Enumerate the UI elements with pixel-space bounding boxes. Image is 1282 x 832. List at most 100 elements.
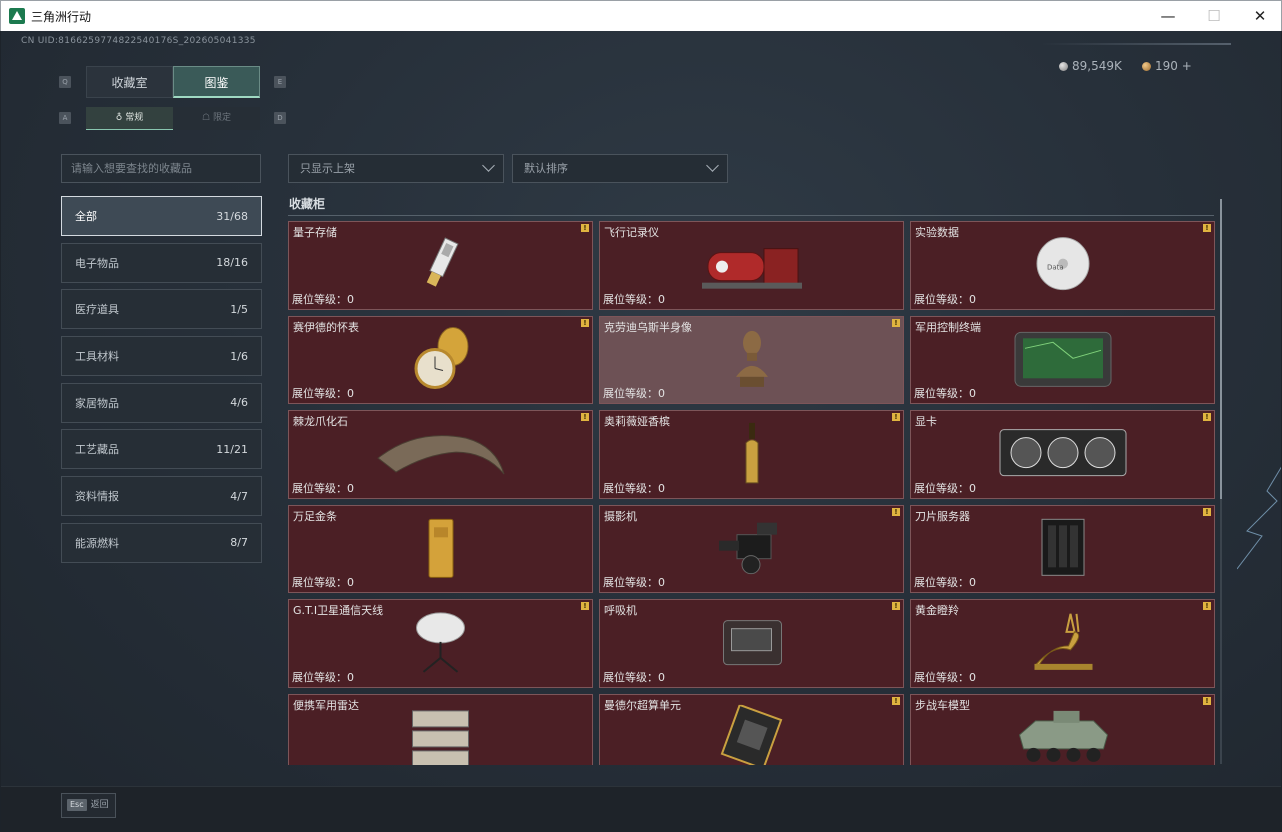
collection-card[interactable]: 便携军用雷达 <box>288 693 593 765</box>
card-title: 实验数据 <box>915 226 959 239</box>
collection-card[interactable]: 曼德尔超算单元! <box>599 693 904 765</box>
tab-next-key: E <box>274 76 286 88</box>
subtab-limited-label: 限定 <box>212 113 231 123</box>
collection-card[interactable]: 棘龙爪化石! 展位等级：0 <box>288 410 593 499</box>
close-button[interactable]: ✕ <box>1237 1 1282 32</box>
scrollbar-thumb[interactable] <box>1220 199 1222 499</box>
card-title: 克劳迪乌斯半身像 <box>604 320 692 334</box>
category-household[interactable]: 家居物品 4/6 <box>61 382 262 423</box>
alert-badge-icon: ! <box>892 696 900 705</box>
app-icon <box>9 8 25 24</box>
collection-card[interactable]: 奥莉薇娅香槟! 展位等级：0 <box>599 410 904 499</box>
subtab-regular-label: 常规 <box>125 113 144 123</box>
category-energy[interactable]: 能源燃料 8/7 <box>61 522 262 563</box>
collection-card[interactable]: 克劳迪乌斯半身像! 展位等级：0 <box>599 315 904 404</box>
category-electronics[interactable]: 电子物品 18/16 <box>61 242 262 283</box>
category-count: 11/21 <box>216 442 248 456</box>
category-label: 工艺藏品 <box>75 443 119 457</box>
category-label: 家居物品 <box>75 396 119 410</box>
card-title: 呼吸机 <box>604 604 637 617</box>
supercomputer-unit-icon <box>719 703 784 765</box>
card-title: 曼德尔超算单元 <box>604 698 681 712</box>
blade-server-icon <box>1038 517 1088 583</box>
collection-card[interactable]: 实验数据! Data 展位等级：0 <box>910 221 1215 310</box>
shelf-filter-dropdown[interactable]: 只显示上架 <box>288 154 504 183</box>
bond-coin-icon <box>1142 62 1151 71</box>
maximize-button[interactable]: ☐ <box>1191 1 1237 32</box>
display-level: 展位等级：0 <box>914 670 976 684</box>
collection-card[interactable]: 万足金条展位等级：0 <box>288 504 593 593</box>
card-title: 赛伊德的怀表 <box>293 320 359 334</box>
camera-icon <box>717 520 787 579</box>
tab-catalog[interactable]: 图鉴 <box>173 66 260 98</box>
gold-bar-icon <box>426 517 456 583</box>
subtab-limited[interactable]: ☖ 限定 <box>173 107 260 130</box>
display-level: 展位等级：0 <box>914 387 976 400</box>
tab-collection-room[interactable]: 收藏室 <box>86 66 173 98</box>
game-viewport: CN UID:8166259774822540176S_202605041335… <box>1 31 1281 831</box>
card-title: 奥莉薇娅香槟 <box>604 415 670 428</box>
category-count: 8/7 <box>230 536 248 550</box>
back-button[interactable]: Esc 返回 <box>61 793 116 818</box>
display-level: 展位等级：0 <box>292 481 354 495</box>
card-title: G.T.I卫星通信天线 <box>293 604 384 617</box>
collection-card[interactable]: 量子存储! 展位等级：0 <box>288 221 593 310</box>
ifv-model-icon <box>1015 705 1110 765</box>
category-count: 18/16 <box>216 256 248 270</box>
flight-recorder-icon <box>701 237 802 296</box>
collection-card[interactable]: 步战车模型! <box>910 693 1215 765</box>
usb-drive-icon <box>421 237 461 296</box>
collection-card[interactable]: 军用控制终端 展位等级：0 <box>910 315 1215 404</box>
shelf-filter-value: 只显示上架 <box>300 162 355 175</box>
collection-card[interactable]: 飞行记录仪展位等级：0 <box>599 221 904 310</box>
display-level: 展位等级：0 <box>603 292 665 306</box>
alert-badge-icon: ! <box>892 318 900 327</box>
display-level: 展位等级：0 <box>603 576 665 589</box>
sort-dropdown[interactable]: 默认排序 <box>512 154 728 183</box>
collection-card[interactable]: G.T.I卫星通信天线! 展位等级：0 <box>288 599 593 688</box>
category-medical[interactable]: 医疗道具 1/5 <box>61 289 262 330</box>
card-title: 军用控制终端 <box>915 320 981 334</box>
svg-text:Data: Data <box>1047 264 1064 272</box>
alert-badge-icon: ! <box>1203 696 1211 705</box>
card-title: 便携军用雷达 <box>293 698 359 712</box>
alert-badge-icon: ! <box>1203 224 1211 232</box>
subtab-regular[interactable]: ♁ 常规 <box>86 107 173 130</box>
collection-card[interactable]: 刀片服务器! 展位等级：0 <box>910 504 1215 593</box>
ventilator-icon <box>719 615 784 674</box>
category-count: 31/68 <box>216 209 248 223</box>
champagne-bottle-icon <box>742 421 762 490</box>
category-all[interactable]: 全部 31/68 <box>61 196 262 236</box>
display-level: 展位等级：0 <box>603 481 665 495</box>
category-list: 全部 31/68 电子物品 18/16 医疗道具 1/5 工具材料 1/6 家居物品 4/… <box>61 196 262 570</box>
category-label: 全部 <box>75 210 97 223</box>
section-divider <box>288 215 1214 216</box>
bond-currency[interactable]: 190 + <box>1142 59 1192 73</box>
category-crafts[interactable]: 工艺藏品 11/21 <box>61 429 262 470</box>
category-tools[interactable]: 工具材料 1/6 <box>61 336 262 377</box>
alert-badge-icon: ! <box>1203 602 1211 610</box>
search-input[interactable] <box>61 154 261 183</box>
claw-fossil-icon <box>376 428 506 482</box>
display-level: 展位等级：0 <box>292 576 354 589</box>
collection-card[interactable]: 赛伊德的怀表! 展位等级：0 <box>288 315 593 404</box>
minimize-button[interactable]: — <box>1145 1 1191 32</box>
disc-icon: Data <box>1033 237 1093 296</box>
card-title: 万足金条 <box>293 509 337 523</box>
category-count: 1/6 <box>230 349 248 363</box>
subtab-next-key: D <box>274 112 286 124</box>
bottom-bar: Esc 返回 <box>1 786 1281 831</box>
collection-card[interactable]: 显卡! 展位等级：0 <box>910 410 1215 499</box>
category-label: 能源燃料 <box>75 536 119 550</box>
category-label: 资料情报 <box>75 490 119 504</box>
control-terminal-icon <box>1013 328 1113 394</box>
category-label: 工具材料 <box>75 350 119 364</box>
collection-card[interactable]: 黄金瞪羚! 展位等级：0 <box>910 599 1215 688</box>
category-count: 1/5 <box>230 302 248 316</box>
alert-badge-icon: ! <box>1203 507 1211 516</box>
display-level: 展位等级：0 <box>292 670 354 684</box>
card-title: 飞行记录仪 <box>604 226 659 239</box>
collection-card[interactable]: 摄影机! 展位等级：0 <box>599 504 904 593</box>
collection-card[interactable]: 呼吸机! 展位等级：0 <box>599 599 904 688</box>
category-intel[interactable]: 资料情报 4/7 <box>61 476 262 517</box>
